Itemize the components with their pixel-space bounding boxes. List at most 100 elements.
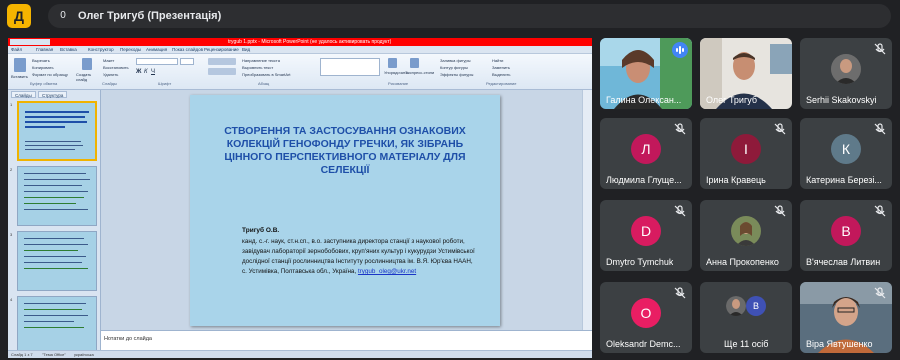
menu-design[interactable]: Конструктор [88, 46, 114, 54]
status-language: українська [74, 352, 94, 357]
status-theme: "Тема Office" [42, 352, 66, 357]
thumb-number: 3 [10, 232, 13, 237]
mic-off-icon [874, 123, 886, 135]
group-clipboard-label: Буфер обмена [30, 81, 58, 86]
select-button[interactable]: Выделить [492, 72, 510, 77]
menu-slideshow[interactable]: Показ слайдов [172, 46, 203, 54]
new-slide-icon[interactable] [82, 58, 92, 70]
mic-off-icon [674, 123, 686, 135]
shared-screen: trygub 1.pptx - Microsoft PowerPoint (не… [8, 38, 592, 358]
participant-tile[interactable]: Serhii Skakovskyi [800, 38, 892, 109]
participant-name: Dmytro Tymchuk [606, 257, 674, 267]
pp-ribbon: Вставить Вырезать Копировать Формат по о… [8, 54, 592, 90]
slide-affiliation: канд. с.-г. наук, ст.н.сп., в.о. заступн… [242, 238, 475, 265]
participant-tile[interactable]: К Катерина Березі... [800, 118, 892, 189]
quick-styles-button[interactable]: Экспресс-стили [405, 70, 434, 75]
slides-panel: Слайды Структура 1 2 3 4 [8, 90, 101, 356]
menu-insert[interactable]: Вставка [60, 46, 77, 54]
participant-name: Людмила Глуще... [606, 175, 682, 185]
participant-name: Oleksandr Demc... [606, 339, 681, 349]
participant-name: Віра Явтушенко [806, 339, 873, 349]
new-slide-button[interactable]: Создать слайд [76, 72, 100, 82]
avatar: К [831, 134, 861, 164]
slide-canvas: СТВОРЕННЯ ТА ЗАСТОСУВАННЯ ОЗНАКОВИХ КОЛЕ… [101, 90, 592, 330]
shape-outline-button[interactable]: Контур фигуры [440, 65, 468, 70]
menu-review[interactable]: Рецензирование [204, 46, 239, 54]
avatar [831, 54, 861, 84]
shape-fill-button[interactable]: Заливка фигуры [440, 58, 471, 63]
menu-transitions[interactable]: Переходы [120, 46, 141, 54]
mic-off-icon [674, 205, 686, 217]
participant-name: В'ячеслав Литвин [806, 257, 881, 267]
paste-button[interactable]: Вставить [11, 74, 28, 79]
participant-tile[interactable]: І Ірина Кравець [700, 118, 792, 189]
participant-tile[interactable]: Олег Тригуб [700, 38, 792, 109]
participant-tile[interactable]: Віра Явтушенко [800, 282, 892, 353]
delete-button[interactable]: Удалить [103, 72, 118, 77]
reset-button[interactable]: Восстановить [103, 65, 129, 70]
participant-name: Катерина Березі... [806, 175, 882, 185]
font-size-select[interactable] [180, 58, 194, 65]
avatar: В [746, 296, 766, 316]
app-icon[interactable]: Д [7, 4, 31, 28]
speaking-indicator [672, 42, 688, 58]
bullets-icon[interactable] [208, 58, 236, 65]
menu-animation[interactable]: Анимация [146, 46, 167, 54]
avatar: O [631, 298, 661, 328]
paste-icon[interactable] [14, 58, 26, 72]
pp-status-bar: Слайд 1 з 7 "Тема Office" українська [8, 350, 592, 358]
font-family-select[interactable] [136, 58, 178, 65]
slide-author: Тригуб О.В. [242, 227, 280, 234]
slide-email-link[interactable]: trygub_oleg@ukr.net [358, 268, 416, 275]
align-text-button[interactable]: Выровнять текст [242, 65, 273, 70]
shapes-gallery[interactable] [320, 58, 380, 76]
menu-home[interactable]: Главная [36, 46, 53, 54]
participant-tile[interactable]: В В'ячеслав Литвин [800, 200, 892, 271]
participant-tile[interactable]: Анна Прокопенко [700, 200, 792, 271]
slide-address: с. Устимівка, Полтавська обл., Україна, [242, 268, 357, 275]
more-participants-tile[interactable]: В Ще 11 осіб [700, 282, 792, 353]
pp-window-title: trygub 1.pptx - Microsoft PowerPoint (не… [228, 39, 392, 45]
copy-button[interactable]: Копировать [32, 65, 54, 70]
smartart-button[interactable]: Преобразовать в SmartArt [242, 72, 291, 77]
bold-button[interactable]: Ж [136, 69, 141, 75]
underline-button[interactable]: Ч [151, 69, 155, 75]
participant-name: Ірина Кравець [706, 175, 766, 185]
notes-pane[interactable]: Нотатки до слайда [101, 330, 592, 350]
presentation-title-pill[interactable]: 0 Олег Тригуб (Презентація) [48, 4, 891, 28]
slide-thumbnail-2[interactable] [17, 166, 97, 226]
current-slide[interactable]: СТВОРЕННЯ ТА ЗАСТОСУВАННЯ ОЗНАКОВИХ КОЛЕ… [190, 95, 500, 326]
menu-file[interactable]: Файл [11, 46, 22, 54]
arrange-icon[interactable] [388, 58, 397, 68]
slide-thumbnail-3[interactable] [17, 231, 97, 291]
layout-button[interactable]: Макет [103, 58, 114, 63]
mic-off-icon [774, 123, 786, 135]
status-slide-number: Слайд 1 з 7 [11, 352, 33, 357]
shape-effects-button[interactable]: Эффекты фигуры [440, 72, 473, 77]
menu-view[interactable]: Вид [242, 46, 250, 54]
slide-thumbnail-4[interactable] [17, 296, 97, 356]
quick-styles-icon[interactable] [410, 58, 419, 68]
italic-button[interactable]: К [144, 69, 148, 75]
text-direction-button[interactable]: Направление текста [242, 58, 280, 63]
tab-slides[interactable]: Слайды [11, 91, 36, 98]
slide-title: СТВОРЕННЯ ТА ЗАСТОСУВАННЯ ОЗНАКОВИХ КОЛЕ… [224, 125, 466, 176]
pp-menu-bar: Файл Главная Вставка Конструктор Переход… [8, 46, 592, 54]
cut-button[interactable]: Вырезать [32, 58, 50, 63]
slide-thumbnail-1[interactable] [17, 101, 97, 161]
participant-tile[interactable]: Л Людмила Глуще... [600, 118, 692, 189]
tab-outline[interactable]: Структура [38, 91, 68, 98]
quick-access-toolbar[interactable] [10, 39, 50, 45]
participant-tile[interactable]: O Oleksandr Demc... [600, 282, 692, 353]
group-drawing-label: Рисование [388, 81, 409, 86]
format-painter-button[interactable]: Формат по образцу [32, 72, 68, 77]
group-slides-label: Слайды [102, 81, 117, 86]
vertical-scrollbar[interactable] [582, 90, 592, 330]
participant-tile[interactable]: Галина Олексан... [600, 38, 692, 109]
avatar: В [831, 216, 861, 246]
replace-button[interactable]: Заменить [492, 65, 510, 70]
avatar [731, 216, 761, 246]
participant-tile[interactable]: D Dmytro Tymchuk [600, 200, 692, 271]
find-button[interactable]: Найти [492, 58, 503, 63]
align-icon[interactable] [208, 68, 236, 75]
